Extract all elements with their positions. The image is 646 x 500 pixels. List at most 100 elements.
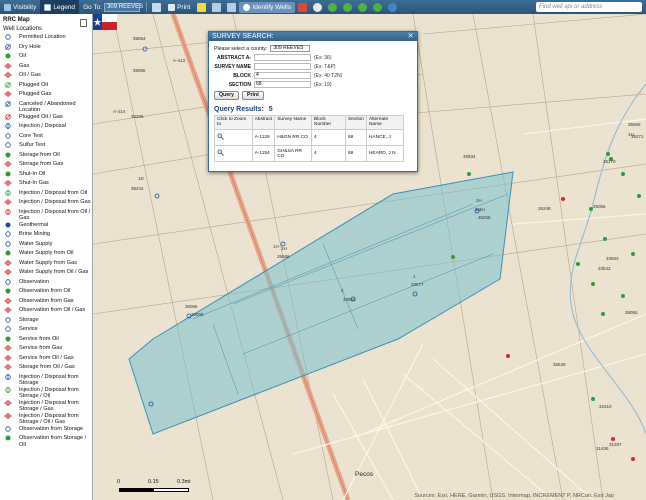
- legend-item-label: Oil / Gas: [19, 72, 41, 78]
- legend-item: Water Supply from Gas: [0, 259, 92, 270]
- magnifier-icon[interactable]: [217, 149, 224, 156]
- field-input[interactable]: [254, 54, 311, 61]
- circle-o-icon: [4, 278, 12, 285]
- legend-item-label: Observation from Storage: [19, 425, 84, 432]
- legend-icon: [44, 3, 52, 11]
- legend-item: Storage from Oil: [0, 152, 92, 162]
- field-hint: (Ex: 36): [314, 54, 332, 61]
- well-label: 33542: [598, 266, 611, 271]
- grid-icon[interactable]: [227, 2, 237, 12]
- legend-item: Service from Gas: [0, 345, 92, 355]
- measure-icon[interactable]: [197, 2, 207, 12]
- goto-label: Go To:: [83, 3, 103, 11]
- scale-label-end: 0.3mi: [177, 479, 191, 485]
- circle-outline-icon: [4, 316, 12, 323]
- section-cell: 68: [344, 145, 367, 162]
- legend-item: Oil / Gas: [0, 72, 92, 82]
- legend-item: Injection / Disposal from Storage / Gas: [0, 399, 92, 413]
- zoom-cell[interactable]: [214, 129, 253, 146]
- legend-item: Injection / Disposal: [0, 123, 92, 133]
- zoom-in-icon[interactable]: [328, 2, 338, 12]
- column-header: Abstract: [251, 115, 276, 130]
- legend-item: Storage from Oil / Gas: [0, 364, 92, 374]
- pan-icon[interactable]: [152, 2, 162, 12]
- legend-panel: RRC Map Well Locations Permitted Locatio…: [0, 14, 93, 500]
- well-label: 33553: [343, 297, 356, 302]
- legend-item: Injection / Disposal from Storage: [0, 373, 92, 387]
- query-button[interactable]: Query: [214, 91, 239, 100]
- legend-item-label: Dry Hole: [19, 43, 41, 50]
- well-label: 36665: [628, 122, 641, 127]
- legend-item-label: Brine Mining: [19, 231, 51, 237]
- circle-outline-icon: [4, 326, 12, 332]
- results-count: 5: [268, 106, 273, 113]
- visibility-button[interactable]: Visibility: [0, 0, 40, 14]
- county-row: Please select a county: 309 REEVES: [214, 44, 412, 53]
- legend-item: Observation: [0, 279, 92, 289]
- flag-icon[interactable]: [298, 2, 308, 12]
- hand-icon[interactable]: [313, 2, 323, 12]
- legend-item: Observation from Oil / Gas: [0, 307, 92, 317]
- field-label: ABSTRACT A-: [217, 54, 251, 61]
- well-search-input[interactable]: Find well api or address: [536, 2, 642, 12]
- circle-filled-icon: [4, 288, 12, 294]
- arrow-down-icon: [4, 123, 12, 129]
- zoom-out-icon[interactable]: [343, 2, 353, 12]
- legend-item: Oil: [0, 53, 92, 63]
- legend-item: Injection / Disposal from Storage / Oil: [0, 386, 92, 400]
- legend-item-label: Service: [19, 326, 38, 332]
- legend-button[interactable]: Legend: [40, 0, 80, 14]
- field-input[interactable]: [254, 63, 311, 70]
- print-label: Print: [177, 3, 191, 11]
- pdf-icon[interactable]: [80, 19, 87, 27]
- goto-input[interactable]: 309 REEVES: [104, 2, 143, 12]
- zoom-cell[interactable]: [214, 145, 253, 162]
- search-field-row: SECTION 68 (Ex: 19): [214, 80, 412, 89]
- forward-icon[interactable]: [373, 2, 383, 12]
- full-extent-icon[interactable]: [388, 2, 398, 12]
- well-label: 31436: [596, 446, 609, 451]
- well-label: 33553: [606, 256, 619, 261]
- legend-item: Observation from Storage / Oil: [0, 435, 92, 448]
- county-select[interactable]: 309 REEVES: [270, 45, 311, 52]
- toolbar: Visibility Legend Go To: 309 REEVES Prin…: [0, 0, 646, 14]
- well-label: 2H: [476, 198, 482, 203]
- magnifier-icon[interactable]: [217, 133, 224, 140]
- search-field-row: SURVEY NAME (Ex: T&P): [214, 62, 412, 71]
- legend-item: Plugged Oil: [0, 82, 92, 92]
- legend-item: Service from Oil / Gas: [0, 354, 92, 365]
- print-button[interactable]: Print: [164, 0, 194, 14]
- print-results-button[interactable]: Print: [242, 91, 264, 100]
- well-label: 35205: [131, 114, 144, 119]
- circle-filled-icon: [4, 53, 12, 59]
- legend-item-label: Water Supply from Oil / Gas: [19, 269, 89, 275]
- legend-item-label: Storage: [19, 316, 39, 323]
- survey-search-dialog: SURVEY SEARCH: ✕ Please select a county:…: [208, 31, 418, 172]
- field-input[interactable]: 4: [254, 72, 311, 79]
- select-icon[interactable]: [212, 2, 222, 12]
- circle-dot-icon: [4, 132, 12, 139]
- well-label: A-413: [173, 58, 186, 63]
- star-burst-icon: [4, 180, 12, 186]
- legend-item: Service: [0, 326, 92, 336]
- field-input[interactable]: 68: [254, 81, 311, 88]
- well-label: 35934: [463, 154, 476, 159]
- legend-item: Service from Oil: [0, 336, 92, 346]
- field-label: SURVEY NAME: [214, 63, 252, 70]
- close-icon[interactable]: ✕: [407, 33, 414, 40]
- circle-o-icon: [4, 425, 12, 432]
- identify-wells-button[interactable]: Identify Wells: [239, 1, 296, 13]
- legend-item: Water Supply from Oil / Gas: [0, 269, 92, 279]
- back-icon[interactable]: [358, 2, 368, 12]
- legend-item-label: Canceled / Abandoned Location: [19, 100, 76, 114]
- legend-item: Injection / Disposal from Oil: [0, 189, 92, 200]
- legend-item-label: Injection / Disposal from Oil: [19, 189, 88, 196]
- legend-item: Injection / Disposal from Gas: [0, 199, 92, 209]
- circle-filled-icon: [4, 435, 12, 441]
- well-label: 35244: [131, 186, 144, 191]
- well-label: 36271: [631, 134, 644, 139]
- column-header: Block Number: [311, 115, 346, 130]
- info-icon: [243, 3, 251, 11]
- well-label: 31287: [609, 442, 622, 447]
- search-fields: ABSTRACT A- (Ex: 36) SURVEY NAME (Ex: T&P) B…: [214, 53, 412, 89]
